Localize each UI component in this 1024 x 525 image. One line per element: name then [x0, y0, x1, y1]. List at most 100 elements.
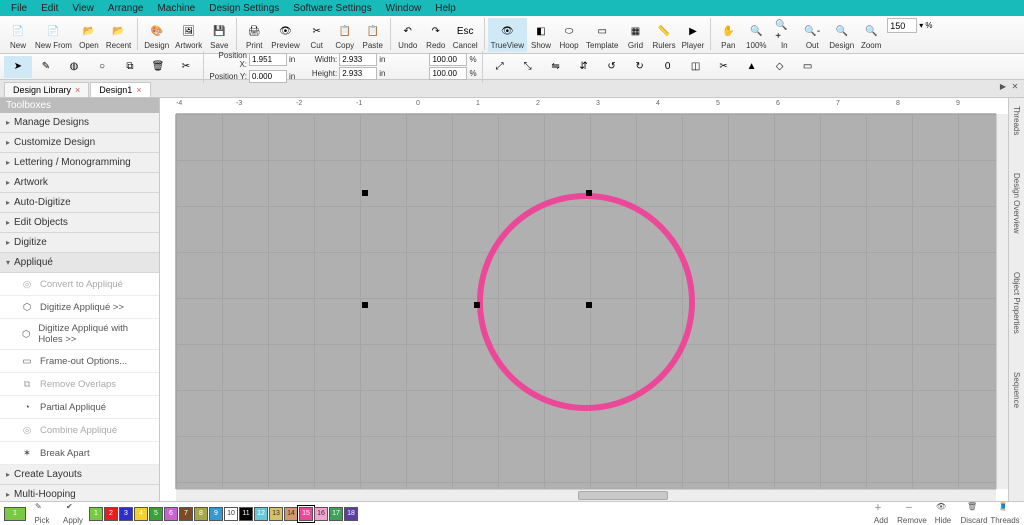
swatch-8[interactable]: 8 — [194, 507, 208, 521]
scrollbar-horizontal[interactable] — [176, 489, 996, 501]
swatch-17[interactable]: 17 — [329, 507, 343, 521]
save-button[interactable]: 💾Save — [205, 18, 233, 52]
swatch-11[interactable]: 11 — [239, 507, 253, 521]
toolbox-group-edit-objects[interactable]: Edit Objects — [0, 213, 159, 233]
swatch-1[interactable]: 1 — [89, 507, 103, 521]
swatch-12[interactable]: 12 — [254, 507, 268, 521]
toolbox-item-partial-appliqu-[interactable]: ◔Partial Appliqué — [0, 396, 159, 419]
selection-handle[interactable] — [474, 302, 480, 308]
open-button[interactable]: 📂Open — [75, 18, 103, 52]
copy-button[interactable]: 📋Copy — [331, 18, 359, 52]
tab-design1[interactable]: Design1× — [90, 82, 150, 97]
delete-button[interactable]: 🗑Delete — [144, 56, 172, 78]
swatch-3[interactable]: 3 — [119, 507, 133, 521]
swatch-13[interactable]: 13 — [269, 507, 283, 521]
selected-design[interactable] — [477, 193, 695, 411]
menu-design-settings[interactable]: Design Settings — [202, 3, 286, 14]
motif-button[interactable]: ◇Motif — [766, 56, 794, 78]
right-15--button[interactable]: ↻Right 15° — [626, 56, 654, 78]
mirror-x-button[interactable]: ⇋Mirror X — [542, 56, 570, 78]
tab-close-icon[interactable]: ✕ — [1010, 81, 1020, 91]
fill-button[interactable]: ◍Fill — [60, 56, 88, 78]
toolbox-group-lettering-monogramming[interactable]: Lettering / Monogramming — [0, 153, 159, 173]
zoom-input[interactable]: ▾ % — [887, 18, 932, 33]
selection-handle[interactable] — [362, 302, 368, 308]
hide-button[interactable]: 👁Hide — [928, 502, 958, 525]
reshape-button[interactable]: ✎Reshape — [32, 56, 60, 78]
out-button[interactable]: 🔍-Out — [798, 18, 826, 52]
selection-handle[interactable] — [586, 190, 592, 196]
side-tab-design-overview[interactable]: Design Overview — [1011, 169, 1022, 237]
toolbox-group-digitize[interactable]: Digitize — [0, 233, 159, 253]
redo-button[interactable]: ↷Redo — [422, 18, 450, 52]
artwork-button[interactable]: 🖼Artwork — [172, 18, 205, 52]
recent-button[interactable]: 📂Recent — [103, 18, 134, 52]
threads-button[interactable]: 🧵Threads — [990, 502, 1020, 525]
tab-scroll-right-icon[interactable]: ▶ — [998, 81, 1008, 91]
toolbox-group-applique[interactable]: Appliqué — [0, 253, 159, 273]
border-button[interactable]: ▭Border — [794, 56, 822, 78]
design-button[interactable]: 🎨Design — [141, 18, 172, 52]
toolbox-group-manage-designs[interactable]: Manage Designs — [0, 113, 159, 133]
toolbox-group-auto-digitize[interactable]: Auto-Digitize — [0, 193, 159, 213]
add-button[interactable]: ＋Add — [866, 502, 896, 525]
canvas[interactable] — [176, 114, 996, 489]
toolbox-item-digitize-appliqu-[interactable]: ⬡Digitize Appliqué >> — [0, 296, 159, 319]
hoop-button[interactable]: ⬭Hoop — [555, 18, 583, 52]
swatch-6[interactable]: 6 — [164, 507, 178, 521]
swatch-5[interactable]: 5 — [149, 507, 163, 521]
in-button[interactable]: 🔍+In — [770, 18, 798, 52]
size-10--button[interactable]: ⤡Size -10% — [514, 56, 542, 78]
mirror-y-button[interactable]: ⇵Mirror Y — [570, 56, 598, 78]
toolbox-item-break-apart[interactable]: ✶Break Apart — [0, 442, 159, 465]
close-icon[interactable]: × — [75, 85, 80, 95]
toolbox-group-artwork[interactable]: Artwork — [0, 173, 159, 193]
remove-button[interactable]: －Remove — [897, 502, 927, 525]
side-tab-object-properties[interactable]: Object Properties — [1011, 268, 1022, 338]
undo-button[interactable]: ↶Undo — [394, 18, 422, 52]
template-button[interactable]: ▭Template — [583, 18, 621, 52]
side-tab-threads[interactable]: Threads — [1011, 102, 1022, 139]
100--button[interactable]: 🔍100% — [742, 18, 770, 52]
menu-arrange[interactable]: Arrange — [101, 3, 151, 14]
selection-handle[interactable] — [362, 190, 368, 196]
toolbox-group-create-layouts[interactable]: Create Layouts — [0, 465, 159, 485]
design-button[interactable]: 🔍Design — [826, 18, 857, 52]
btn-button[interactable]: 0 — [654, 56, 682, 78]
menu-view[interactable]: View — [65, 3, 101, 14]
left-15--button[interactable]: ↺Left 15° — [598, 56, 626, 78]
menu-software-settings[interactable]: Software Settings — [286, 3, 378, 14]
underlay-button[interactable]: ▲Underlay — [738, 56, 766, 78]
zoom-button[interactable]: 🔍Zoom — [857, 18, 885, 52]
cancel-button[interactable]: EscCancel — [450, 18, 481, 52]
swatch-10[interactable]: 10 — [224, 507, 238, 521]
swatch-7[interactable]: 7 — [179, 507, 193, 521]
swatch-16[interactable]: 16 — [314, 507, 328, 521]
selection-handle[interactable] — [586, 302, 592, 308]
swatch-18[interactable]: 18 — [344, 507, 358, 521]
paste-button[interactable]: 📋Paste — [359, 18, 387, 52]
toolbox-group-customize-design[interactable]: Customize Design — [0, 133, 159, 153]
pick-button[interactable]: ✎Pick — [27, 502, 57, 525]
size-10--button[interactable]: ⤢Size +10% — [486, 56, 514, 78]
menu-window[interactable]: Window — [379, 3, 429, 14]
new-from-button[interactable]: 📄New From — [32, 18, 75, 52]
rulers-button[interactable]: 📏Rulers — [649, 18, 678, 52]
toolbox-item-digitize-appliqu-with-holes-[interactable]: ⬡Digitize Appliqué with Holes >> — [0, 319, 159, 350]
swatch-15[interactable]: 15 — [299, 507, 313, 521]
new-button[interactable]: 📄New — [4, 18, 32, 52]
menu-file[interactable]: File — [4, 3, 34, 14]
toolbox-group-multi-hooping[interactable]: Multi-Hooping — [0, 485, 159, 501]
menu-machine[interactable]: Machine — [150, 3, 202, 14]
active-color[interactable]: 1 — [4, 507, 26, 521]
apply-button[interactable]: ✔Apply — [58, 502, 88, 525]
select-button[interactable]: ➤Select — [4, 56, 32, 78]
outline-button[interactable]: ○Outline — [88, 56, 116, 78]
grid-button[interactable]: ▦Grid — [621, 18, 649, 52]
corners-button[interactable]: ◫Corners — [682, 56, 710, 78]
print-button[interactable]: 🖨Print — [240, 18, 268, 52]
scrollbar-vertical[interactable] — [996, 114, 1008, 489]
pan-button[interactable]: ✋Pan — [714, 18, 742, 52]
swatch-2[interactable]: 2 — [104, 507, 118, 521]
side-tab-sequence[interactable]: Sequence — [1011, 368, 1022, 412]
